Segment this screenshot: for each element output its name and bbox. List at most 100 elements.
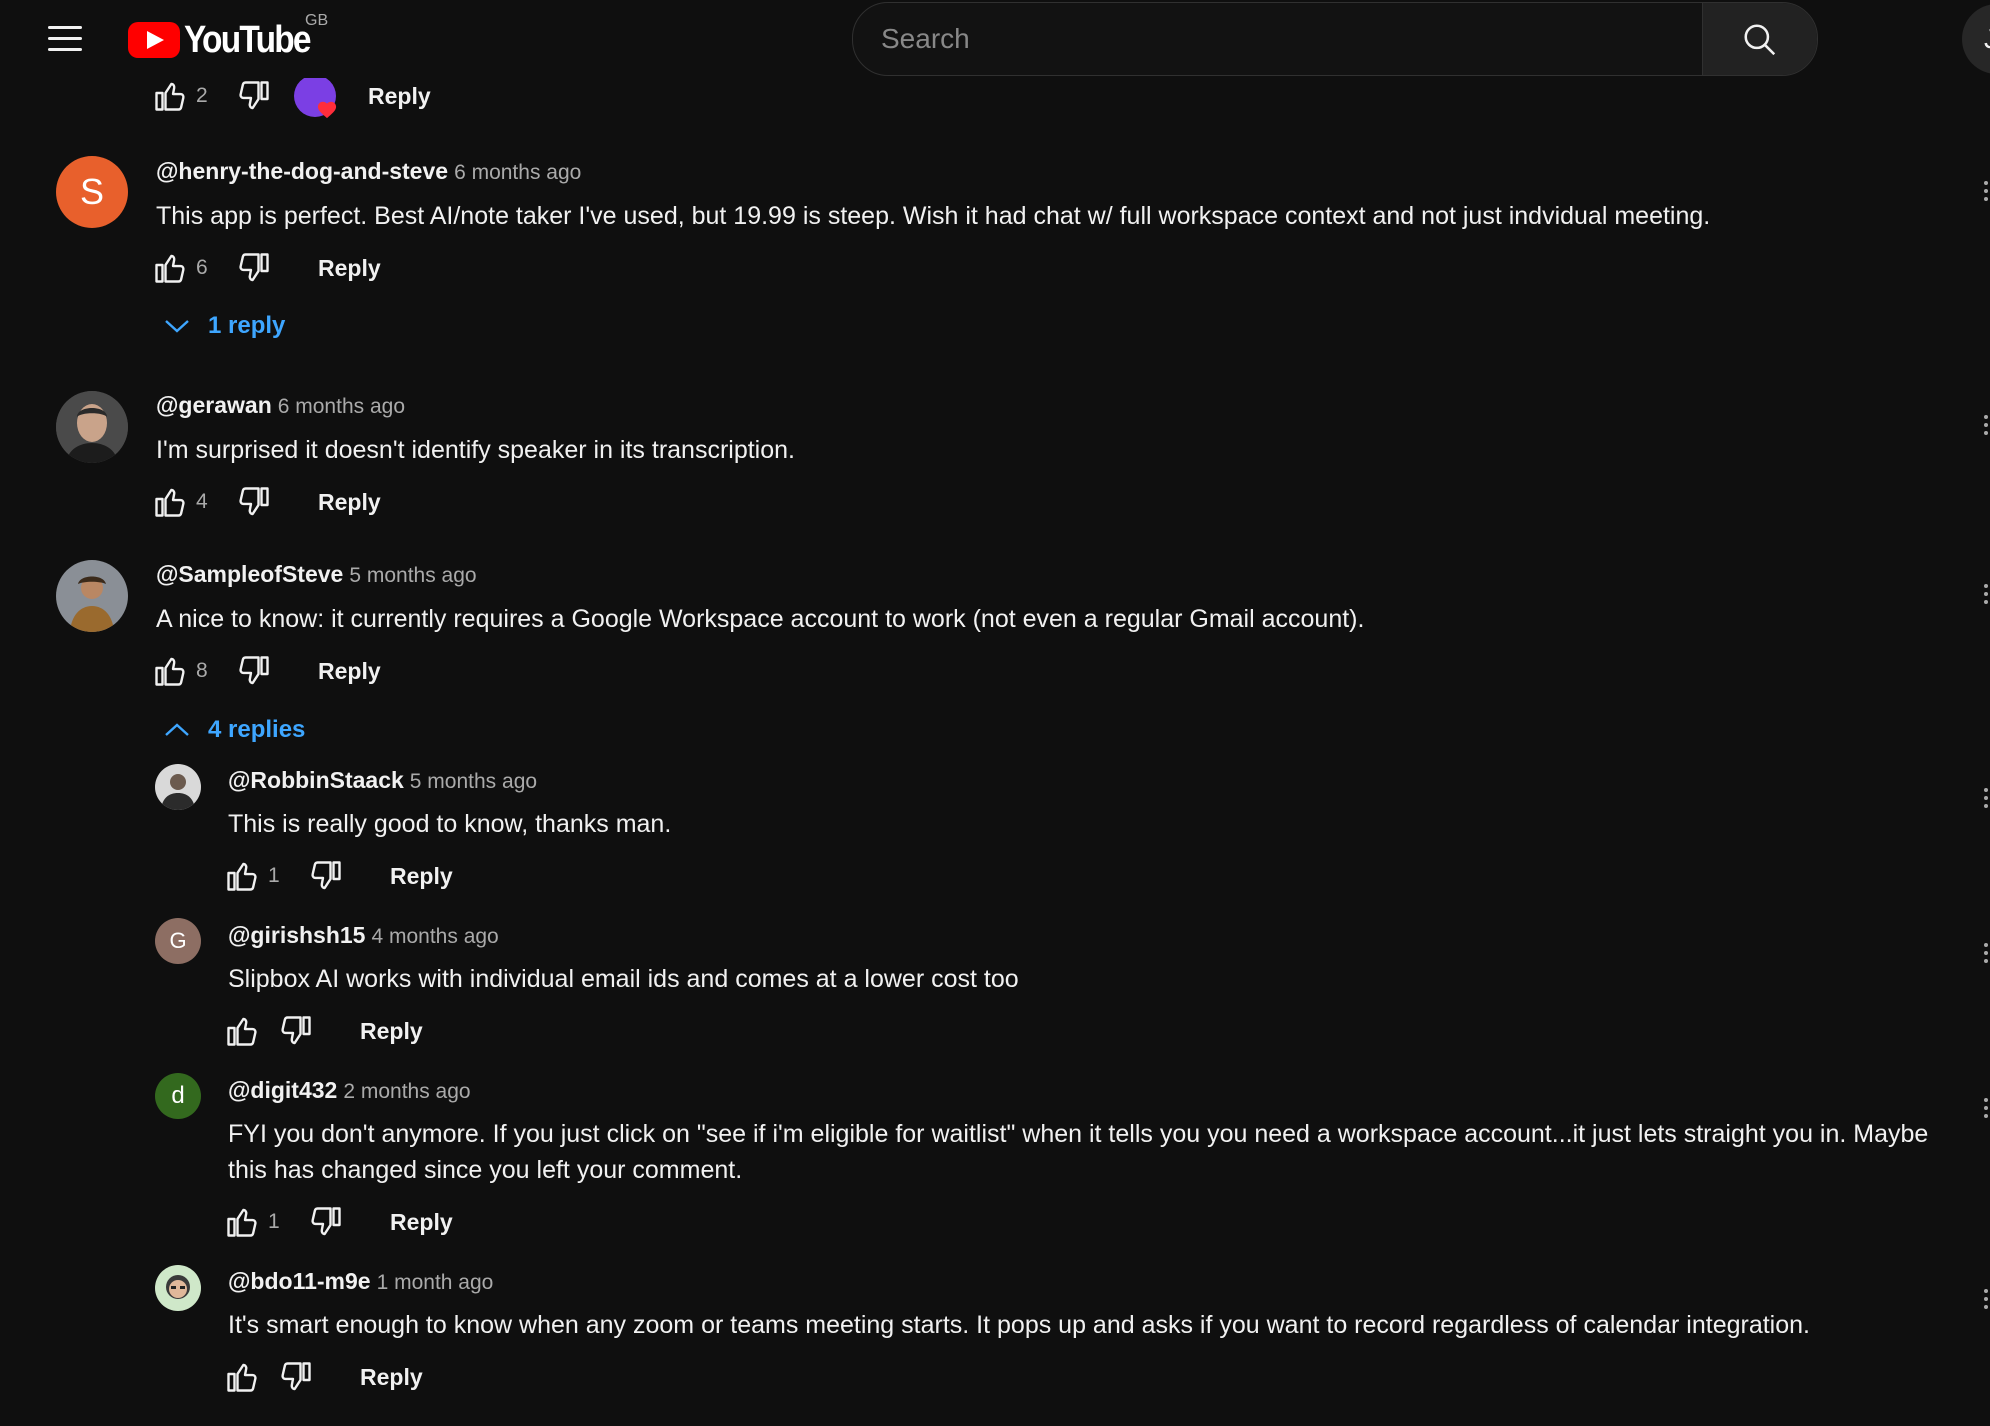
avatar[interactable] bbox=[155, 1265, 201, 1311]
show-replies-button[interactable]: 1 reply bbox=[164, 312, 285, 340]
comment-author[interactable]: @gerawan bbox=[156, 392, 272, 418]
comment-header: @SampleofSteve 5 months ago bbox=[156, 561, 477, 588]
like-button[interactable] bbox=[222, 1357, 262, 1397]
like-count: 8 bbox=[196, 659, 208, 682]
comment-timestamp[interactable]: 5 months ago bbox=[349, 564, 476, 587]
dislike-button[interactable] bbox=[306, 856, 346, 896]
reply-text: FYI you don't anymore. If you just click… bbox=[228, 1120, 1929, 1184]
reply-header: @girishsh15 4 months ago bbox=[228, 922, 499, 949]
reply-button[interactable]: Reply bbox=[318, 255, 381, 282]
avatar[interactable]: d bbox=[155, 1073, 201, 1119]
comment-author[interactable]: @henry-the-dog-and-steve bbox=[156, 158, 448, 184]
thumbs-down-icon bbox=[278, 1359, 314, 1395]
profile-photo bbox=[155, 764, 201, 810]
reply-timestamp[interactable]: 4 months ago bbox=[371, 925, 498, 948]
logo-wordmark: YouTube bbox=[184, 18, 312, 61]
avatar[interactable] bbox=[56, 560, 128, 632]
like-count: 1 bbox=[268, 864, 280, 887]
more-actions-icon[interactable] bbox=[1982, 940, 1990, 970]
comment-text: A nice to know: it currently requires a … bbox=[156, 605, 1365, 633]
search-input[interactable] bbox=[853, 3, 1702, 75]
reply-actions: Reply bbox=[222, 1009, 423, 1053]
comment-actions: 6 Reply bbox=[150, 246, 381, 290]
comment-actions: 8 Reply bbox=[150, 649, 381, 693]
thumbs-down-icon bbox=[278, 1013, 314, 1049]
dislike-button[interactable] bbox=[234, 482, 274, 522]
like-count: 1 bbox=[268, 1210, 280, 1233]
like-button[interactable] bbox=[150, 651, 190, 691]
search-button[interactable] bbox=[1702, 3, 1817, 75]
more-actions-icon[interactable] bbox=[1982, 581, 1990, 611]
thumbs-down-icon bbox=[236, 78, 272, 114]
reply-button[interactable]: Reply bbox=[318, 489, 381, 516]
reply-text: It's smart enough to know when any zoom … bbox=[228, 1311, 1810, 1339]
reply-author[interactable]: @digit432 bbox=[228, 1077, 337, 1103]
reply-button[interactable]: Reply bbox=[318, 658, 381, 685]
reply-author[interactable]: @girishsh15 bbox=[228, 922, 365, 948]
reply-button[interactable]: Reply bbox=[390, 1209, 453, 1236]
reply-text: Slipbox AI works with individual email i… bbox=[228, 965, 1019, 993]
reply-timestamp[interactable]: 1 month ago bbox=[377, 1271, 494, 1294]
reply-timestamp[interactable]: 5 months ago bbox=[410, 770, 537, 793]
dislike-button[interactable] bbox=[276, 1357, 316, 1397]
avatar[interactable] bbox=[155, 764, 201, 810]
reply-header: @bdo11-m9e 1 month ago bbox=[228, 1268, 493, 1295]
like-button[interactable] bbox=[150, 482, 190, 522]
reply-author[interactable]: @RobbinStaack bbox=[228, 767, 404, 793]
comment-text: This app is perfect. Best AI/note taker … bbox=[156, 202, 1711, 230]
reply-button[interactable]: Reply bbox=[360, 1018, 423, 1045]
reply-author[interactable]: @bdo11-m9e bbox=[228, 1268, 371, 1294]
chevron-down-icon bbox=[165, 320, 189, 333]
avatar[interactable] bbox=[56, 391, 128, 463]
hide-replies-button[interactable]: 4 replies bbox=[164, 716, 305, 744]
profile-photo bbox=[56, 560, 128, 632]
thumbs-up-icon bbox=[152, 653, 188, 689]
dislike-button[interactable] bbox=[234, 651, 274, 691]
more-actions-icon[interactable] bbox=[1982, 785, 1990, 815]
avatar[interactable]: G bbox=[155, 918, 201, 964]
reply-button[interactable]: Reply bbox=[390, 863, 453, 890]
reply-button[interactable]: Reply bbox=[368, 83, 431, 110]
avatar-letter: S bbox=[79, 171, 104, 212]
reply-text: This is really good to know, thanks man. bbox=[228, 810, 672, 838]
comment-timestamp[interactable]: 6 months ago bbox=[454, 161, 581, 184]
dislike-button[interactable] bbox=[306, 1202, 346, 1242]
like-button[interactable] bbox=[222, 1011, 262, 1051]
dislike-button[interactable] bbox=[234, 76, 274, 116]
like-button[interactable] bbox=[222, 1202, 262, 1242]
reply-header: @digit432 2 months ago bbox=[228, 1077, 471, 1104]
more-actions-icon[interactable] bbox=[1982, 1286, 1990, 1316]
like-count: 4 bbox=[196, 490, 208, 513]
reply-button[interactable]: Reply bbox=[360, 1364, 423, 1391]
like-count: 2 bbox=[196, 84, 208, 107]
more-actions-icon[interactable] bbox=[1982, 178, 1990, 208]
comment-author[interactable]: @SampleofSteve bbox=[156, 561, 343, 587]
thumbs-up-icon bbox=[224, 1013, 260, 1049]
like-button[interactable] bbox=[150, 248, 190, 288]
more-actions-icon[interactable] bbox=[1982, 1095, 1990, 1125]
thumbs-down-icon bbox=[308, 1204, 344, 1240]
comment-timestamp[interactable]: 6 months ago bbox=[278, 395, 405, 418]
like-button[interactable] bbox=[222, 856, 262, 896]
thumbs-up-icon bbox=[152, 78, 188, 114]
reply-actions: 1 Reply bbox=[222, 1200, 453, 1244]
thumbs-up-icon bbox=[224, 1204, 260, 1240]
comment-actions: 2 Reply bbox=[150, 74, 431, 119]
like-button[interactable] bbox=[150, 76, 190, 116]
thumbs-down-icon bbox=[236, 484, 272, 520]
replies-count-label: 4 replies bbox=[208, 716, 306, 743]
hamburger-menu-icon[interactable] bbox=[44, 20, 86, 56]
dislike-button[interactable] bbox=[234, 248, 274, 288]
reply-actions: Reply bbox=[222, 1355, 423, 1399]
country-code: GB bbox=[305, 12, 329, 29]
more-actions-icon[interactable] bbox=[1982, 412, 1990, 442]
thumbs-up-icon bbox=[152, 250, 188, 286]
search-box bbox=[852, 2, 1818, 76]
reply-timestamp[interactable]: 2 months ago bbox=[343, 1080, 470, 1103]
dislike-button[interactable] bbox=[276, 1011, 316, 1051]
profile-photo bbox=[155, 1265, 201, 1311]
account-avatar[interactable]: J bbox=[1962, 4, 1990, 74]
avatar[interactable]: S bbox=[56, 156, 128, 228]
youtube-logo[interactable]: YouTube bbox=[128, 18, 327, 62]
reply-actions: 1 Reply bbox=[222, 854, 453, 898]
